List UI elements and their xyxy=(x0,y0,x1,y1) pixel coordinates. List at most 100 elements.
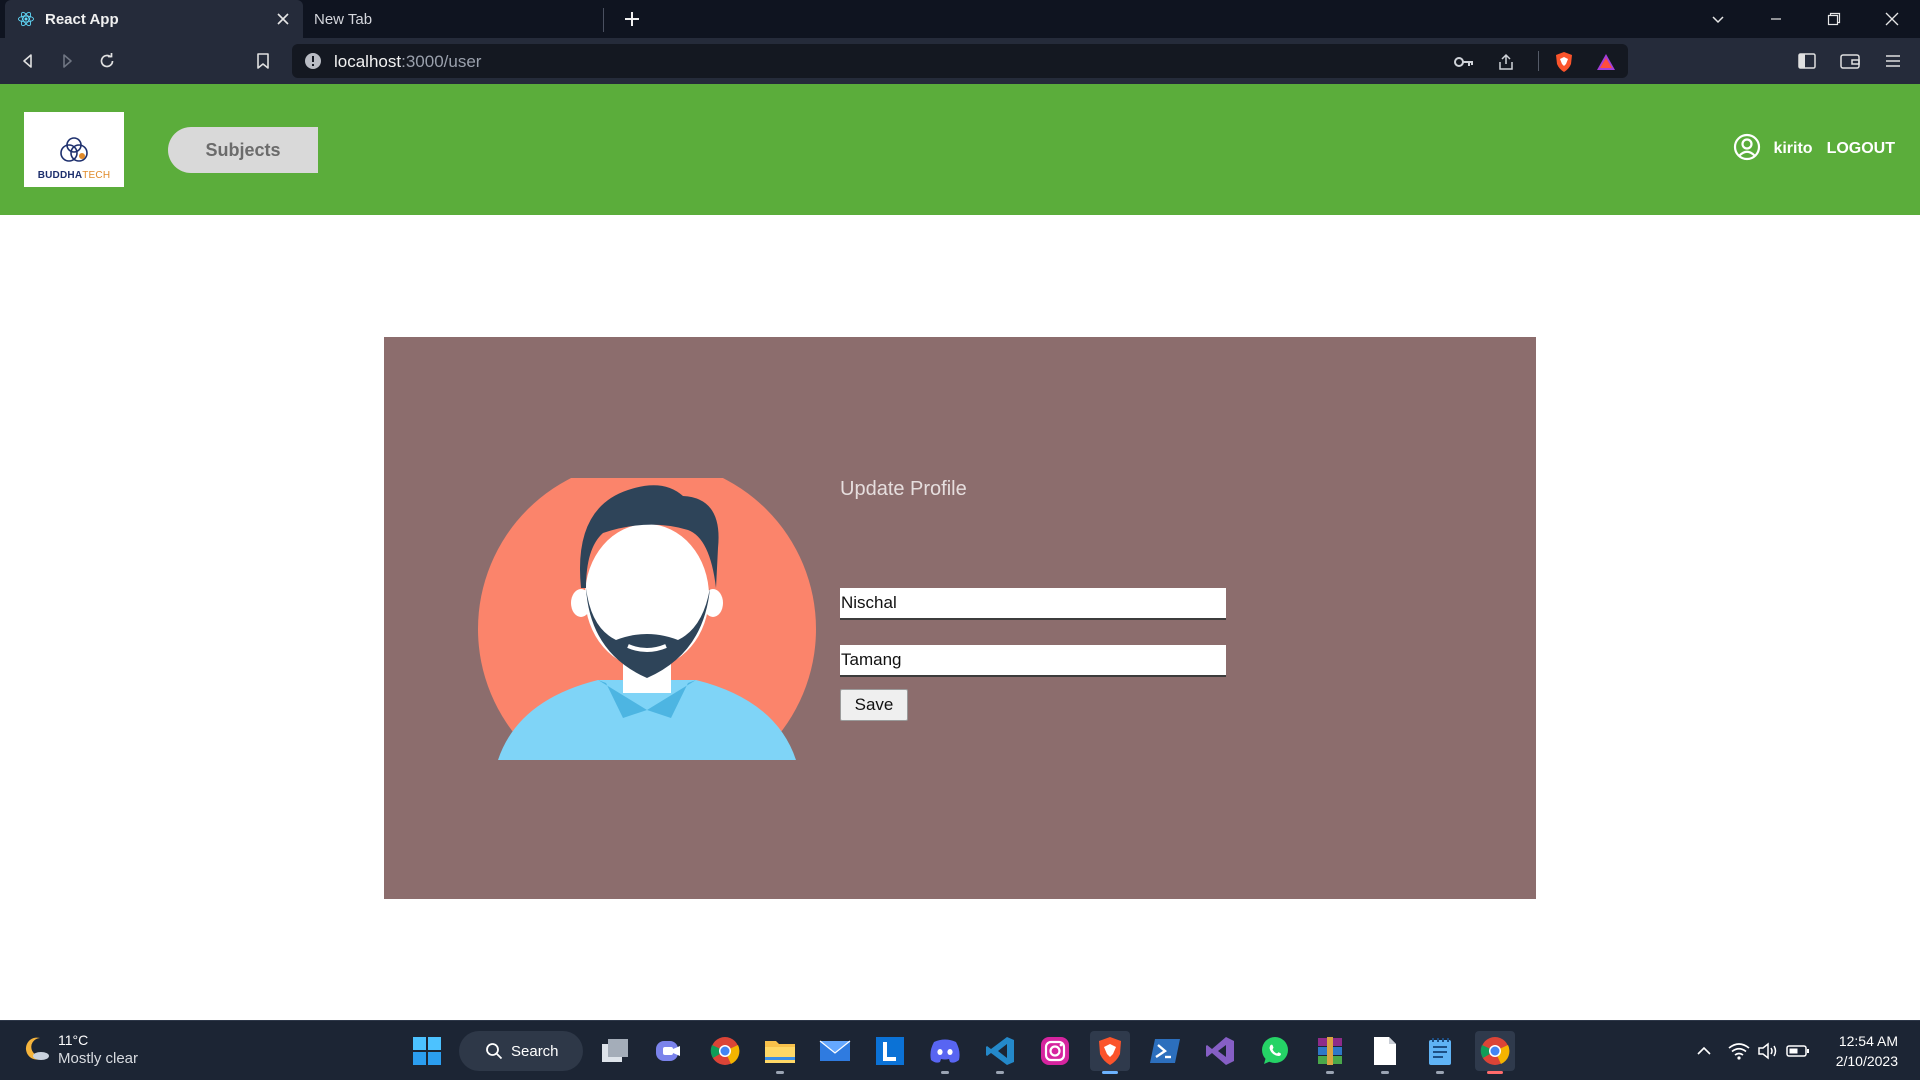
logout-button[interactable]: LOGOUT xyxy=(1827,140,1895,158)
profile-avatar xyxy=(478,478,816,760)
task-view-icon[interactable] xyxy=(595,1031,635,1071)
chevron-down-icon xyxy=(1712,16,1724,24)
start-button[interactable] xyxy=(407,1031,447,1071)
search-label: Search xyxy=(511,1042,559,1060)
clock-date: 2/10/2023 xyxy=(1835,1053,1898,1069)
sidebar-toggle-button[interactable] xyxy=(1792,46,1822,76)
brave-shields-icon[interactable] xyxy=(1552,50,1576,74)
wallet-button[interactable] xyxy=(1835,46,1865,76)
buddha-tech-logo[interactable]: BUDDHATECH xyxy=(24,112,124,187)
reload-icon xyxy=(100,53,114,68)
logo-text-main: BUDDHA xyxy=(37,170,83,181)
winrar-icon[interactable] xyxy=(1310,1031,1350,1074)
battery-icon[interactable] xyxy=(1786,1039,1810,1063)
url-path: :3000/user xyxy=(401,52,482,71)
tab-search-button[interactable] xyxy=(1690,0,1746,38)
restore-icon xyxy=(1827,12,1841,26)
logo-text-accent: TECH xyxy=(82,170,111,181)
running-indicator xyxy=(1381,1071,1389,1074)
subjects-button[interactable]: Subjects xyxy=(168,127,318,173)
reload-button[interactable] xyxy=(92,46,122,76)
minimize-icon xyxy=(1771,18,1781,20)
update-profile-title: Update Profile xyxy=(840,478,967,500)
brave-browser-icon[interactable] xyxy=(1090,1031,1130,1074)
username-label[interactable]: kirito xyxy=(1773,140,1812,158)
windows-start-icon xyxy=(413,1037,441,1065)
weather-text: 11°C Mostly clear xyxy=(58,1031,138,1069)
vscode-icon[interactable] xyxy=(980,1031,1020,1074)
weather-temperature: 11°C xyxy=(58,1032,89,1048)
save-button[interactable]: Save xyxy=(840,689,908,721)
forward-button[interactable] xyxy=(52,46,82,76)
minimize-button[interactable] xyxy=(1748,0,1804,38)
menu-button[interactable] xyxy=(1878,46,1908,76)
running-indicator xyxy=(776,1071,784,1074)
hamburger-menu-icon xyxy=(1886,55,1900,67)
first-name-field[interactable] xyxy=(840,588,1226,620)
taskbar-clock[interactable]: 12:54 AM 2/10/2023 xyxy=(1836,1031,1898,1071)
bookmark-icon xyxy=(257,53,269,69)
file-document-icon[interactable] xyxy=(1365,1031,1405,1074)
tab-react-app[interactable]: React App xyxy=(5,0,303,38)
back-arrow-icon xyxy=(23,54,32,68)
discord-icon[interactable] xyxy=(925,1031,965,1074)
running-indicator xyxy=(941,1071,949,1074)
browser-tabstrip: React App New Tab xyxy=(0,0,1920,38)
clock-time: 12:54 AM xyxy=(1838,1033,1898,1049)
close-icon xyxy=(1885,12,1899,26)
moon-weather-icon xyxy=(22,1034,50,1067)
instagram-icon[interactable] xyxy=(1035,1031,1075,1071)
brave-rewards-icon[interactable] xyxy=(1594,50,1618,74)
running-indicator xyxy=(1102,1071,1118,1074)
browser-toolbar: localhost:3000/user xyxy=(0,38,1920,84)
volume-icon[interactable] xyxy=(1756,1039,1780,1063)
sidebar-icon xyxy=(1798,53,1816,69)
site-info-icon xyxy=(305,53,321,69)
weather-widget[interactable]: 11°C Mostly clear xyxy=(22,1031,138,1069)
windows-taskbar: 11°C Mostly clear Search 12:54 AM 2/10/2… xyxy=(0,1020,1920,1080)
tab-new-tab[interactable]: New Tab xyxy=(303,0,603,38)
bookmark-button[interactable] xyxy=(248,46,278,76)
teams-chat-icon[interactable] xyxy=(649,1031,689,1071)
address-bar[interactable]: localhost:3000/user xyxy=(292,44,1628,78)
share-icon[interactable] xyxy=(1494,50,1518,74)
running-indicator xyxy=(1487,1071,1503,1074)
learning-app-icon[interactable] xyxy=(870,1031,910,1071)
key-icon[interactable] xyxy=(1452,50,1476,74)
last-name-field[interactable] xyxy=(840,645,1226,677)
tab-title: New Tab xyxy=(314,10,373,28)
running-indicator xyxy=(996,1071,1004,1074)
back-button[interactable] xyxy=(13,46,43,76)
wifi-icon[interactable] xyxy=(1727,1039,1751,1063)
running-indicator xyxy=(1326,1071,1334,1074)
search-icon xyxy=(486,1043,503,1060)
avatar-illustration-icon xyxy=(478,478,816,760)
mail-icon[interactable] xyxy=(815,1031,855,1071)
powershell-icon[interactable] xyxy=(1145,1031,1185,1071)
chrome-running-icon[interactable] xyxy=(1475,1031,1515,1074)
close-window-button[interactable] xyxy=(1864,0,1920,38)
weather-condition: Mostly clear xyxy=(58,1050,139,1067)
visual-studio-icon[interactable] xyxy=(1200,1031,1240,1071)
close-tab-icon[interactable] xyxy=(271,7,295,31)
chevron-up-icon[interactable] xyxy=(1692,1039,1716,1063)
forward-arrow-icon xyxy=(63,54,72,68)
app-header: BUDDHATECH Subjects kirito LOGOUT xyxy=(0,84,1920,215)
file-explorer-icon[interactable] xyxy=(760,1031,800,1074)
whatsapp-icon[interactable] xyxy=(1255,1031,1295,1071)
taskbar-search-button[interactable]: Search xyxy=(459,1031,583,1071)
new-tab-button[interactable] xyxy=(618,4,646,34)
plus-icon xyxy=(625,12,639,26)
url-text: localhost:3000/user xyxy=(334,52,481,72)
user-avatar-icon[interactable] xyxy=(1733,133,1761,166)
update-profile-card: Update Profile Save xyxy=(384,337,1536,899)
url-host: localhost xyxy=(334,52,402,71)
user-area: kirito LOGOUT xyxy=(1733,133,1895,166)
address-divider xyxy=(1538,51,1539,71)
chrome-icon[interactable] xyxy=(705,1031,745,1071)
tab-divider xyxy=(603,8,604,32)
wallet-icon xyxy=(1840,54,1860,69)
running-indicator xyxy=(1436,1071,1444,1074)
notepad-icon[interactable] xyxy=(1420,1031,1460,1074)
restore-button[interactable] xyxy=(1806,0,1862,38)
